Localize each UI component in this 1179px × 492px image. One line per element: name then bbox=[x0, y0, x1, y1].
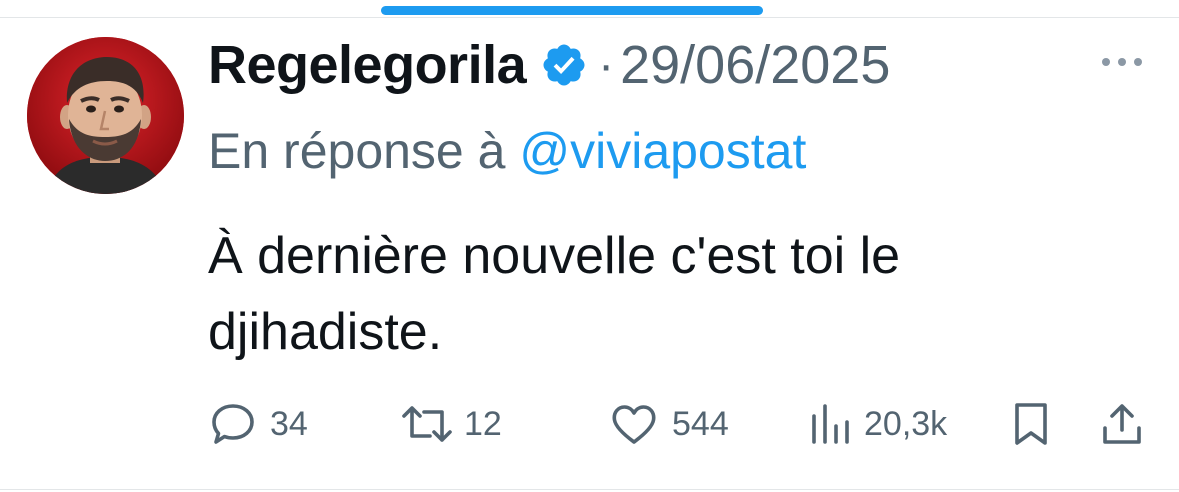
bottom-divider bbox=[0, 489, 1179, 490]
reply-handle-link[interactable]: @viviapostat bbox=[519, 123, 806, 179]
retweet-arrows-icon bbox=[400, 402, 454, 446]
reply-count: 34 bbox=[270, 404, 308, 443]
speech-bubble-icon bbox=[210, 402, 256, 446]
retweet-button[interactable]: 12 bbox=[400, 402, 502, 446]
tweet-text-line: djihadiste. bbox=[208, 303, 443, 361]
heart-icon bbox=[610, 402, 658, 446]
tweet-header: Regelegorila · 29/06/2025 bbox=[208, 30, 890, 100]
verified-badge-icon[interactable] bbox=[540, 41, 588, 89]
like-count: 544 bbox=[672, 404, 729, 443]
like-button[interactable]: 544 bbox=[610, 402, 729, 446]
reply-button[interactable]: 34 bbox=[210, 402, 308, 446]
retweet-count: 12 bbox=[464, 404, 502, 443]
bar-chart-icon bbox=[808, 402, 854, 446]
tweet-text-line: À dernière nouvelle c'est toi le bbox=[208, 227, 901, 285]
bookmark-icon bbox=[1012, 402, 1050, 446]
reply-context: En réponse à @viviapostat bbox=[208, 122, 806, 180]
scroll-indicator bbox=[381, 6, 763, 15]
tweet-text: À dernière nouvelle c'est toi le djihadi… bbox=[208, 218, 1138, 370]
share-upload-icon bbox=[1100, 402, 1144, 446]
display-name[interactable]: Regelegorila bbox=[208, 34, 527, 96]
views-count: 20,3k bbox=[864, 404, 948, 443]
reply-prefix: En réponse à bbox=[208, 123, 506, 179]
bookmark-button[interactable] bbox=[1012, 402, 1050, 446]
header-separator: · bbox=[598, 38, 615, 92]
top-divider bbox=[0, 17, 1179, 18]
share-button[interactable] bbox=[1100, 402, 1144, 446]
more-dots-icon[interactable] bbox=[1098, 50, 1146, 74]
views-button[interactable]: 20,3k bbox=[808, 402, 947, 446]
tweet-date[interactable]: 29/06/2025 bbox=[620, 34, 890, 96]
avatar[interactable] bbox=[27, 37, 184, 194]
